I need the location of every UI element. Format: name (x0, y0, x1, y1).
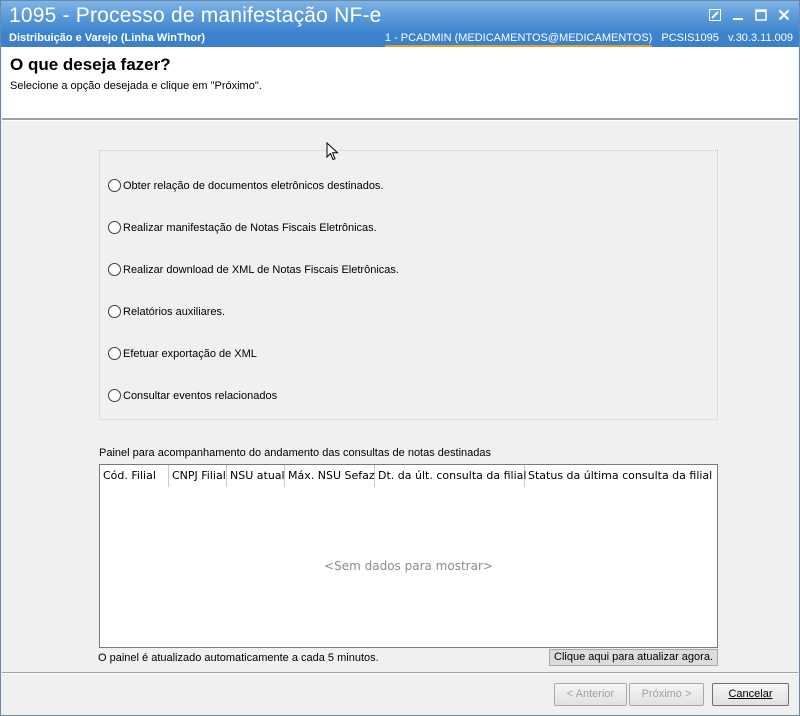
option-label: Relatórios auxiliares. (123, 305, 226, 318)
wizard-header: O que deseja fazer? Selecione a opção de… (2, 47, 798, 119)
minimize-icon[interactable] (726, 6, 749, 26)
refresh-now-button[interactable]: Clique aqui para atualizar agora. (549, 649, 718, 666)
option-exportacao-xml[interactable]: Efetuar exportação de XML (108, 347, 257, 360)
user-label: 1 - PCADMIN (MEDICAMENTOS@MEDICAMENTOS) (384, 32, 653, 47)
next-button[interactable]: Próximo > (629, 683, 704, 706)
panel-refresh-note: O painel é atualizado automaticamente a … (98, 652, 379, 664)
column-header[interactable]: Cód. Filial (100, 465, 169, 487)
window-subtitle: Distribuição e Varejo (Linha WinThor) (9, 32, 206, 44)
empty-grid-message: <Sem dados para mostrar> (324, 559, 493, 573)
status-grid[interactable]: Cód. Filial CNPJ Filial NSU atual Máx. N… (99, 464, 718, 648)
option-label: Realizar download de XML de Notas Fiscai… (123, 263, 399, 276)
close-icon[interactable] (772, 6, 795, 26)
column-header[interactable]: NSU atual (227, 465, 285, 487)
option-label: Obter relação de documentos eletrônicos … (123, 179, 384, 192)
option-label: Efetuar exportação de XML (123, 347, 257, 360)
option-consultar-eventos[interactable]: Consultar eventos relacionados (108, 389, 277, 402)
radio-button[interactable] (108, 263, 121, 276)
page-description: Selecione a opção desejada e clique em "… (10, 80, 262, 92)
page-title: O que deseja fazer? (10, 55, 171, 74)
option-obter-relacao[interactable]: Obter relação de documentos eletrônicos … (108, 179, 384, 192)
radio-button[interactable] (108, 221, 121, 234)
radio-button[interactable] (108, 305, 121, 318)
window-controls (703, 6, 795, 26)
edit-icon[interactable] (703, 6, 726, 26)
column-header[interactable]: Máx. NSU Sefaz (285, 465, 375, 487)
user-info: 1 - PCADMIN (MEDICAMENTOS@MEDICAMENTOS) … (379, 32, 793, 47)
options-group: Obter relação de documentos eletrônicos … (99, 150, 718, 420)
option-relatorios-auxiliares[interactable]: Relatórios auxiliares. (108, 305, 225, 318)
back-button[interactable]: < Anterior (554, 683, 627, 706)
option-download-xml[interactable]: Realizar download de XML de Notas Fiscai… (108, 263, 399, 276)
grid-header: Cód. Filial CNPJ Filial NSU atual Máx. N… (100, 465, 712, 487)
mouse-cursor-icon (326, 142, 339, 161)
routine-label: PCSIS1095 (661, 32, 719, 44)
option-label: Consultar eventos relacionados (123, 389, 278, 402)
column-header[interactable]: Dt. da últ. consulta da filial (375, 465, 526, 487)
column-header[interactable]: CNPJ Filial (169, 465, 227, 487)
footer-divider (2, 672, 798, 674)
option-realizar-manifestacao[interactable]: Realizar manifestação de Notas Fiscais E… (108, 221, 377, 234)
window-title: 1095 - Processo de manifestação NF-e (9, 4, 382, 27)
version-label: v.30.3.11.009 (727, 32, 793, 44)
radio-button[interactable] (108, 347, 121, 360)
title-bar[interactable]: 1095 - Processo de manifestação NF-e Dis… (1, 1, 799, 47)
header-divider (2, 119, 798, 121)
main-window: 1095 - Processo de manifestação NF-e Dis… (0, 0, 800, 716)
cancel-button[interactable]: Cancelar (712, 683, 789, 706)
radio-button[interactable] (108, 179, 121, 192)
cancel-label: Cancelar (728, 688, 773, 700)
column-header[interactable]: Status da última consulta da filial (525, 465, 712, 487)
maximize-icon[interactable] (749, 6, 772, 26)
radio-button[interactable] (108, 389, 121, 402)
panel-label: Painel para acompanhamento do andamento … (99, 447, 491, 459)
option-label: Realizar manifestação de Notas Fiscais E… (123, 221, 377, 234)
